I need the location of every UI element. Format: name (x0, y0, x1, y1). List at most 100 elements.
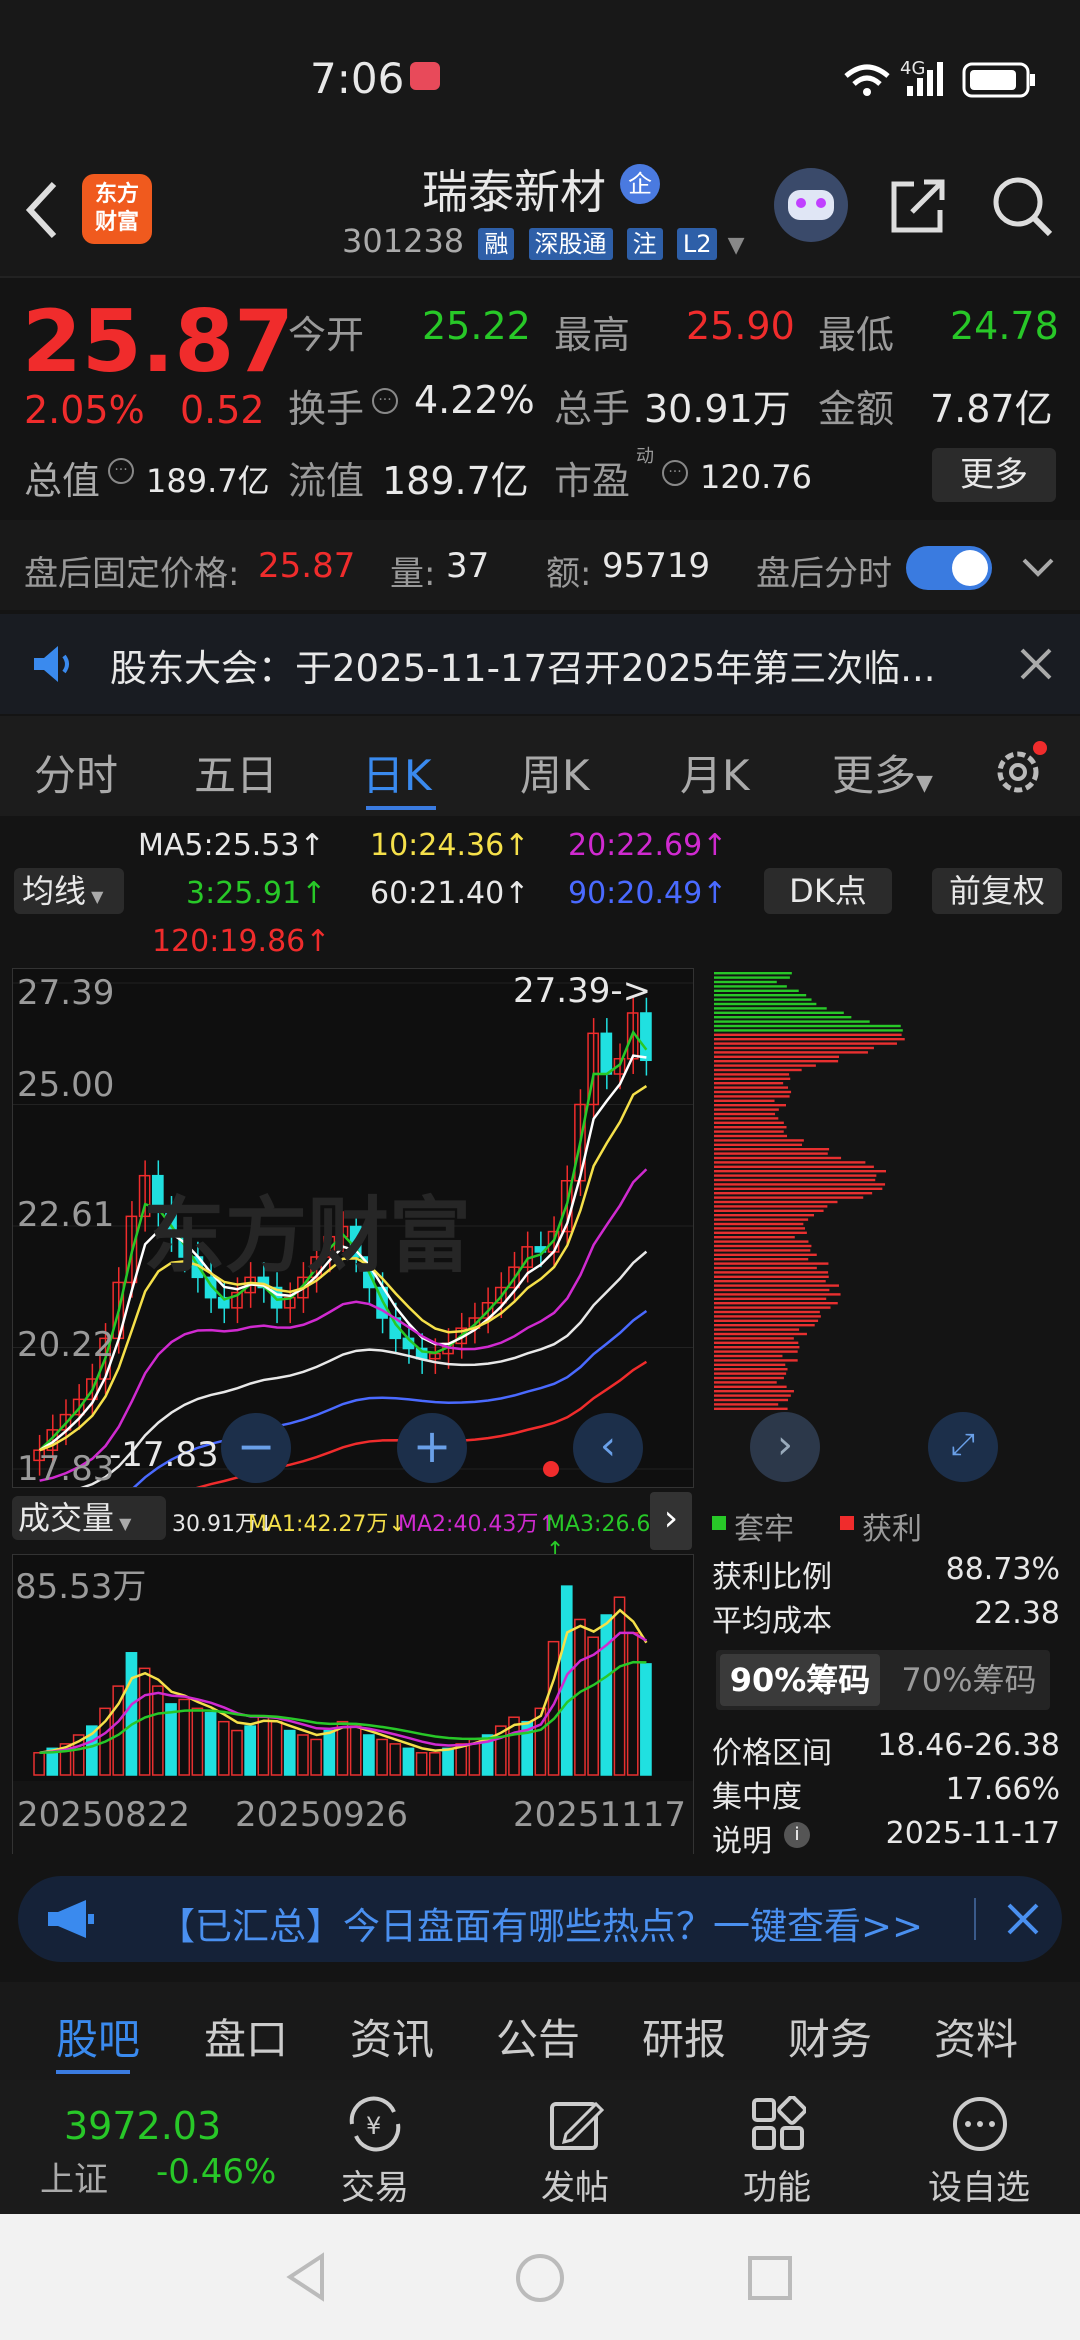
pe-value: 120.76 (700, 458, 812, 496)
nav-back-icon[interactable] (284, 2252, 328, 2302)
tab-chip-70[interactable]: 70%筹码 (894, 1654, 1044, 1706)
dock-post[interactable]: 发帖 (500, 2092, 650, 2212)
adjust-button[interactable]: 前复权 (932, 868, 1062, 914)
back-icon[interactable] (22, 180, 62, 240)
legend-profit-swatch (840, 1516, 854, 1530)
tab-more[interactable]: 更多▼ (832, 742, 933, 803)
profit-ratio-label: 获利比例 (712, 1552, 832, 1596)
volume-bar (430, 1753, 440, 1775)
tag-registered: 注 (627, 228, 663, 260)
volume-bar (575, 1619, 585, 1775)
volume-chart[interactable]: 85.53万 20250822 20250926 20251117 (12, 1554, 694, 1854)
close-icon[interactable] (1006, 1902, 1040, 1936)
chip-bar (714, 1073, 789, 1075)
chip-bar (714, 990, 799, 992)
search-icon[interactable] (990, 174, 1054, 238)
event-dot[interactable] (543, 1461, 559, 1477)
float-value: 189.7亿 (382, 450, 529, 505)
share-icon[interactable] (886, 174, 950, 238)
info-icon[interactable]: ··· (372, 388, 398, 414)
indicator-next-button[interactable]: › (650, 1492, 692, 1550)
close-icon[interactable] (1018, 646, 1054, 682)
volume-bar (271, 1722, 281, 1775)
info-icon[interactable]: i (784, 1822, 810, 1848)
tab-profile[interactable]: 资料 (934, 2006, 1018, 2067)
logo-line2: 财富 (82, 209, 152, 237)
chip-bar (714, 1359, 798, 1361)
watermark: 东方财富 (143, 1169, 471, 1288)
chip-bar (714, 1399, 788, 1401)
chip-stats: 套牢 获利 获利比例 88.73% 平均成本 22.38 90%筹码 70%筹码… (710, 1494, 1060, 1864)
tab-intraday[interactable]: 分时 (34, 742, 118, 803)
index-pct: -0.46% (156, 2152, 276, 2192)
app-logo[interactable]: 东方 财富 (82, 174, 152, 244)
hotspot-banner[interactable]: 【已汇总】今日盘面有哪些热点？一键查看>> (18, 1876, 1062, 1962)
assistant-avatar[interactable] (774, 168, 848, 242)
nav-recents-icon[interactable] (746, 2254, 794, 2302)
chip-bar (714, 1082, 783, 1084)
afterhours-bar: 盘后固定价格: 25.87 量: 37 额: 95719 盘后分时 (0, 520, 1080, 610)
chip-bar (714, 1161, 865, 1163)
chip-bar (714, 1337, 794, 1339)
turnover-label: 换手 (288, 378, 364, 433)
chip-bar (714, 1100, 775, 1102)
tab-news[interactable]: 资讯 (350, 2006, 434, 2067)
chip-bar (714, 1276, 829, 1278)
volume-bar (364, 1735, 374, 1775)
chip-bar (714, 1012, 844, 1014)
y-label-bottom: 17.83 (17, 1449, 114, 1489)
tab-chip-90[interactable]: 90%筹码 (720, 1654, 880, 1706)
dk-point-button[interactable]: DK点 (764, 868, 892, 914)
chip-bar (714, 1249, 810, 1251)
more-button[interactable]: 更多 (932, 448, 1056, 502)
kline-chart[interactable]: 东方财富 27.39 25.00 22.61 20.22 17.83 27.39… (12, 968, 694, 1488)
chevron-down-icon[interactable] (1020, 556, 1056, 580)
scroll-left-icon[interactable]: ‹ (573, 1413, 643, 1483)
pe-sup: 动 (636, 442, 654, 468)
zoom-out-icon[interactable]: − (221, 1413, 291, 1483)
chip-distribution[interactable]: › ⤢ (710, 968, 1050, 1488)
index-value[interactable]: 3972.03 (64, 2104, 221, 2148)
dock-watchlist[interactable]: 设自选 (904, 2092, 1054, 2212)
signal-icon (905, 60, 945, 98)
info-icon[interactable]: ··· (108, 458, 134, 484)
tag-level2: L2 (677, 228, 718, 260)
logo-line1: 东方 (82, 181, 152, 209)
code-dropdown-icon[interactable]: ▼ (728, 233, 745, 258)
nav-home-icon[interactable] (514, 2252, 566, 2304)
ma-legend: 均线 ▼ MA5:25.53↑ 10:24.36↑ 20:22.69↑ 3:25… (0, 816, 1080, 966)
y-label-top: 27.39 (17, 973, 114, 1013)
yuan-cycle-icon: ¥ (344, 2096, 406, 2152)
dock-trade[interactable]: ¥ 交易 (300, 2092, 450, 2212)
tab-orderbook[interactable]: 盘口 (204, 2006, 288, 2067)
chip-bar (714, 1280, 826, 1282)
zoom-in-icon[interactable]: + (397, 1413, 467, 1483)
expand-icon[interactable]: ⤢ (928, 1412, 998, 1482)
y-label-4: 20.22 (17, 1325, 114, 1365)
afterhours-toggle[interactable] (906, 546, 992, 590)
volume-bar (232, 1731, 242, 1775)
tab-forum[interactable]: 股吧 (56, 2006, 140, 2067)
tab-weekly-k[interactable]: 周K (520, 742, 590, 803)
info-icon[interactable]: ··· (662, 460, 688, 486)
ma10-value: 10:24.36↑ (370, 828, 529, 863)
chip-bar (714, 1311, 820, 1313)
chip-bar (714, 1372, 786, 1374)
tab-research[interactable]: 研报 (642, 2006, 726, 2067)
notice-bar[interactable]: 股东大会：于2025-11-17召开2025年第三次临... (0, 614, 1080, 714)
chip-bar (714, 1113, 775, 1115)
tab-financials[interactable]: 财务 (788, 2006, 872, 2067)
settings-gear-icon[interactable] (990, 740, 1048, 798)
volume-bar (614, 1597, 624, 1775)
chip-bar (714, 1324, 815, 1326)
tab-daily-k[interactable]: 日K (362, 742, 432, 803)
tab-five-day[interactable]: 五日 (194, 742, 278, 803)
ma-select-button[interactable]: 均线 ▼ (14, 868, 124, 914)
tab-announcements[interactable]: 公告 (496, 2006, 580, 2067)
period-tabs: 分时 五日 日K 周K 月K 更多▼ (0, 716, 1080, 816)
chip-bar (714, 1355, 782, 1357)
tab-monthly-k[interactable]: 月K (680, 742, 750, 803)
indicator-select-button[interactable]: 成交量 ▼ (12, 1496, 166, 1540)
dock-functions[interactable]: 功能 (702, 2092, 852, 2212)
scroll-right-icon[interactable]: › (750, 1412, 820, 1482)
